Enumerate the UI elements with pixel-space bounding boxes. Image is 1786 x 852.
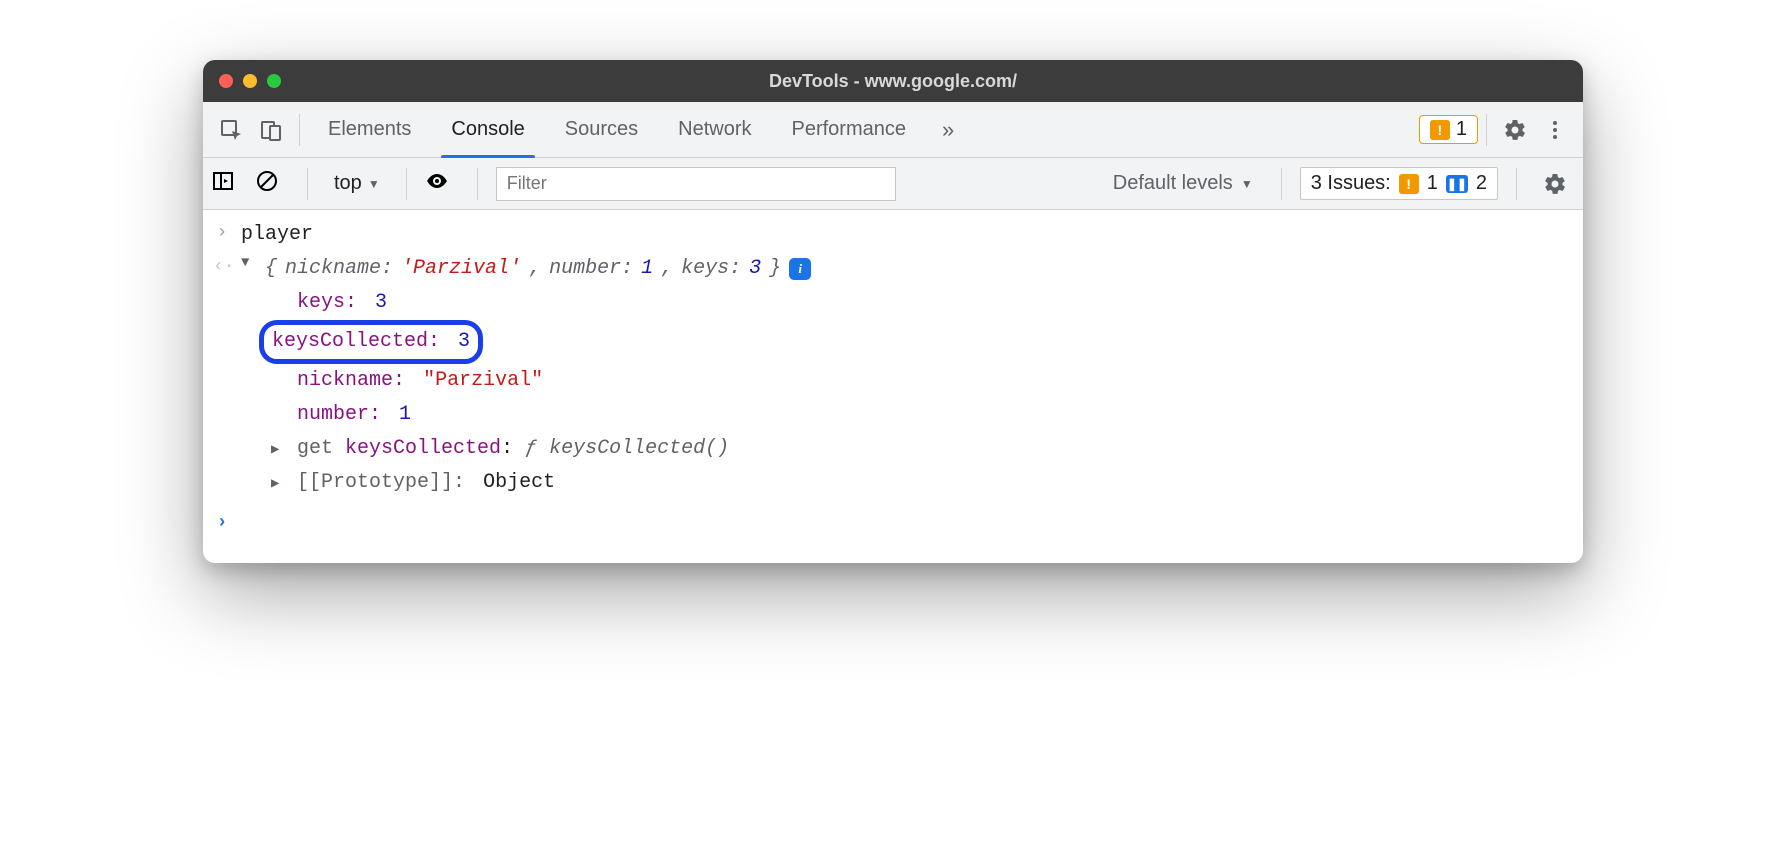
filter-input[interactable] bbox=[496, 167, 896, 201]
divider bbox=[1281, 168, 1282, 200]
prop-nickname[interactable]: nickname: "Parzival" bbox=[271, 364, 1573, 398]
console-settings-icon[interactable] bbox=[1535, 164, 1575, 204]
tab-elements[interactable]: Elements bbox=[308, 102, 431, 158]
issues-warn-count: 1 bbox=[1427, 172, 1438, 195]
prop-number[interactable]: number: 1 bbox=[271, 398, 1573, 432]
prop-getter[interactable]: ▶ get keysCollected: ƒ keysCollected() bbox=[271, 432, 1573, 466]
disclosure-triangle-icon[interactable]: ▼ bbox=[241, 252, 255, 276]
devtools-window: DevTools - www.google.com/ Elements Cons… bbox=[203, 60, 1583, 563]
disclosure-triangle-icon[interactable]: ▶ bbox=[271, 473, 285, 497]
window-title: DevTools - www.google.com/ bbox=[203, 71, 1583, 92]
issues-label: 3 Issues: bbox=[1311, 172, 1391, 195]
minimize-window-button[interactable] bbox=[243, 74, 257, 88]
console-sidebar-toggle-icon[interactable] bbox=[211, 169, 245, 198]
console-body: › player ‹· ▼ {nickname: 'Parzival', num… bbox=[203, 210, 1583, 563]
prompt-caret-icon: › bbox=[213, 508, 231, 539]
info-badge-icon[interactable]: i bbox=[789, 258, 811, 280]
highlighted-property: keysCollected: 3 bbox=[259, 320, 483, 364]
context-label: top bbox=[334, 172, 362, 195]
warning-icon: ! bbox=[1430, 120, 1450, 140]
more-tabs-button[interactable]: » bbox=[926, 117, 970, 143]
inspect-element-icon[interactable] bbox=[211, 110, 251, 150]
divider bbox=[406, 168, 407, 200]
prop-prototype[interactable]: ▶ [[Prototype]]: Object bbox=[271, 466, 1573, 500]
warnings-count: 1 bbox=[1456, 118, 1467, 141]
prop-keyscollected[interactable]: keysCollected: 3 bbox=[271, 320, 1573, 364]
divider bbox=[1516, 168, 1517, 200]
console-input-row: › player bbox=[213, 218, 1573, 252]
device-toolbar-icon[interactable] bbox=[251, 110, 291, 150]
console-output-row: ‹· ▼ {nickname: 'Parzival', number: 1, k… bbox=[213, 252, 1573, 286]
titlebar: DevTools - www.google.com/ bbox=[203, 60, 1583, 102]
close-window-button[interactable] bbox=[219, 74, 233, 88]
warning-icon: ! bbox=[1399, 174, 1419, 194]
chevron-down-icon: ▼ bbox=[368, 177, 380, 191]
info-icon: ❚❚ bbox=[1446, 175, 1468, 193]
devtools-tabbar: Elements Console Sources Network Perform… bbox=[203, 102, 1583, 158]
divider bbox=[1486, 114, 1487, 146]
levels-label: Default levels bbox=[1113, 172, 1233, 195]
disclosure-triangle-icon[interactable]: ▶ bbox=[271, 439, 285, 463]
console-input-text: player bbox=[241, 218, 313, 252]
log-levels-selector[interactable]: Default levels ▼ bbox=[1103, 172, 1263, 195]
output-caret-icon: ‹· bbox=[213, 252, 231, 283]
issues-box[interactable]: 3 Issues: ! 1 ❚❚ 2 bbox=[1300, 167, 1498, 200]
console-toolbar: top ▼ Default levels ▼ 3 Issues: ! 1 ❚❚ … bbox=[203, 158, 1583, 210]
issues-info-count: 2 bbox=[1476, 172, 1487, 195]
divider bbox=[299, 114, 300, 146]
tab-network[interactable]: Network bbox=[658, 102, 771, 158]
clear-console-icon[interactable] bbox=[255, 169, 289, 198]
settings-icon[interactable] bbox=[1495, 110, 1535, 150]
warnings-badge[interactable]: ! 1 bbox=[1419, 115, 1478, 144]
live-expression-icon[interactable] bbox=[425, 169, 459, 198]
console-prompt[interactable]: › bbox=[213, 508, 1573, 539]
object-properties: keys: 3 keysCollected: 3 nickname: "Parz… bbox=[271, 286, 1573, 500]
more-menu-icon[interactable] bbox=[1535, 110, 1575, 150]
tab-console[interactable]: Console bbox=[431, 102, 544, 158]
context-selector[interactable]: top ▼ bbox=[326, 168, 388, 199]
divider bbox=[307, 168, 308, 200]
object-summary[interactable]: {nickname: 'Parzival', number: 1, keys: … bbox=[265, 252, 811, 286]
tab-sources[interactable]: Sources bbox=[545, 102, 658, 158]
divider bbox=[477, 168, 478, 200]
chevron-down-icon: ▼ bbox=[1241, 177, 1253, 191]
tab-performance[interactable]: Performance bbox=[772, 102, 927, 158]
input-caret-icon: › bbox=[213, 218, 231, 249]
prop-keys[interactable]: keys: 3 bbox=[271, 286, 1573, 320]
maximize-window-button[interactable] bbox=[267, 74, 281, 88]
window-controls bbox=[219, 74, 281, 88]
